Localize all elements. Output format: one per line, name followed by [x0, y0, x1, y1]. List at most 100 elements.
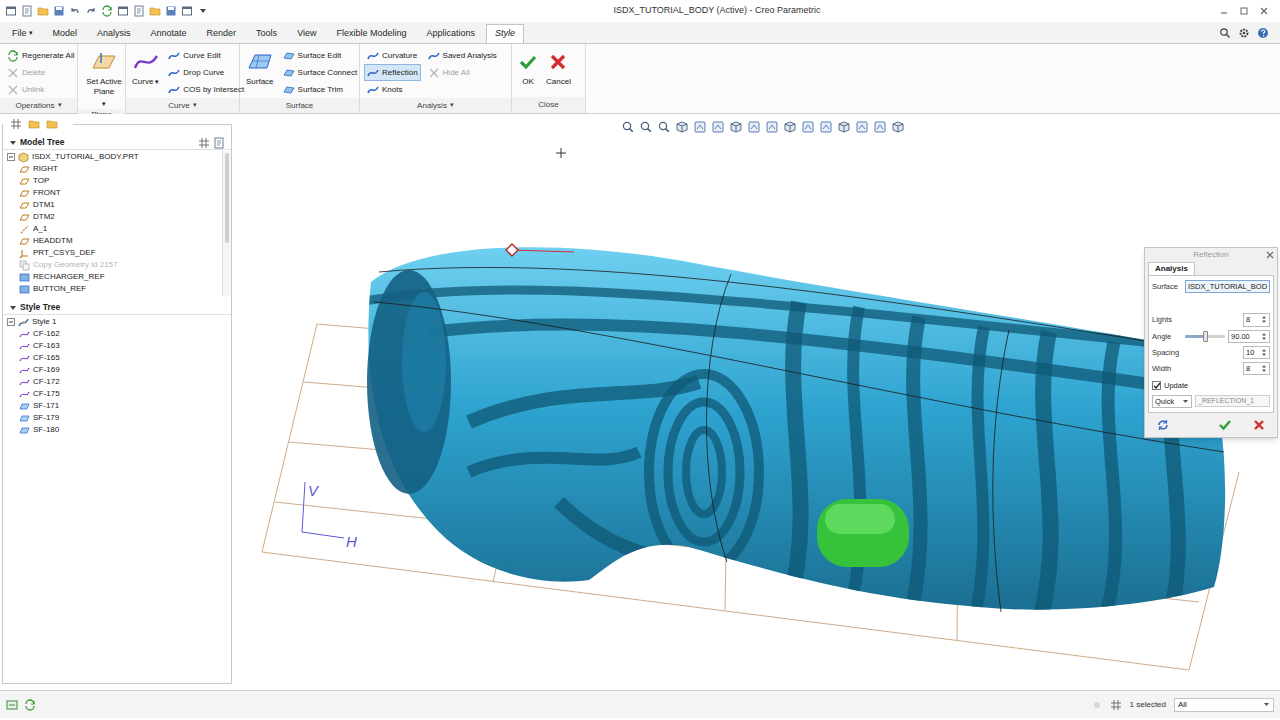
tree-item[interactable]: CF-169: [3, 364, 231, 376]
name-field[interactable]: _REFLECTION_1: [1195, 395, 1270, 408]
ribbon-tab[interactable]: Render: [198, 24, 246, 43]
ribbon-large-button[interactable]: Cancel: [544, 47, 573, 87]
ribbon-button[interactable]: Surface Edit: [280, 47, 361, 64]
cancel-icon[interactable]: [1251, 417, 1267, 433]
dialog-title-bar[interactable]: Reflection: [1145, 248, 1277, 262]
ribbon-tab[interactable]: Analysis: [88, 24, 140, 43]
tree-item[interactable]: Copy Geometry id 2157: [3, 259, 222, 271]
orient-icon[interactable]: [711, 120, 725, 134]
redo-icon[interactable]: [84, 5, 97, 18]
help-icon[interactable]: [1256, 27, 1269, 40]
collapse-icon[interactable]: [9, 304, 17, 312]
display-style-icon[interactable]: [747, 120, 761, 134]
ribbon-button[interactable]: Drop Curve: [165, 64, 247, 81]
ribbon-button[interactable]: COS by Intersect: [165, 81, 247, 98]
surface-field[interactable]: ISDX_TUTORIAL_BOD: [1185, 280, 1270, 293]
settings-icon[interactable]: [1237, 27, 1250, 40]
ribbon-tab[interactable]: File▾: [3, 24, 42, 43]
collapse-icon[interactable]: [9, 139, 17, 147]
zoom-out-icon[interactable]: [657, 120, 671, 134]
width-field[interactable]: 8: [1243, 362, 1270, 375]
spacing-field[interactable]: 10: [1243, 346, 1270, 359]
tree-header[interactable]: Model Tree: [3, 136, 231, 150]
ribbon-large-button[interactable]: Surface: [244, 47, 276, 87]
ribbon-tab[interactable]: Flexible Modeling: [327, 24, 415, 43]
spin-center-icon[interactable]: [855, 120, 869, 134]
expand-icon[interactable]: [7, 153, 15, 161]
ribbon-group-label[interactable]: Operations▾: [0, 98, 77, 113]
ribbon-tab[interactable]: Tools: [247, 24, 286, 43]
close-icon[interactable]: [1258, 5, 1270, 17]
datum-display-icon[interactable]: [765, 120, 779, 134]
close-window-icon[interactable]: [132, 5, 145, 18]
spinner-icon[interactable]: [1261, 315, 1267, 324]
update-checkbox[interactable]: [1152, 381, 1161, 390]
tree-item[interactable]: RIGHT: [3, 163, 222, 175]
more-icon[interactable]: [196, 5, 209, 18]
ribbon-button[interactable]: Saved Analysis: [425, 47, 500, 64]
status-icon[interactable]: [24, 699, 36, 711]
scrollbar-thumb[interactable]: [225, 153, 229, 243]
slider-thumb[interactable]: [1203, 331, 1208, 342]
folder-icon[interactable]: [148, 5, 161, 18]
disk-icon[interactable]: [164, 5, 177, 18]
tree-item[interactable]: SF-171: [3, 400, 231, 412]
view-manager-icon[interactable]: [693, 120, 707, 134]
ribbon-large-button[interactable]: Curve▾: [130, 47, 161, 87]
ribbon-button[interactable]: Curvature: [364, 47, 421, 64]
navigator-toggle-icon[interactable]: [6, 699, 18, 711]
app-icon[interactable]: [4, 5, 17, 18]
tree-item[interactable]: RECHARGER_REF: [3, 271, 222, 283]
annotation-display-icon[interactable]: [873, 120, 887, 134]
close-icon[interactable]: [1265, 250, 1275, 260]
tree-item[interactable]: CF-165: [3, 352, 231, 364]
angle-field[interactable]: 90.00: [1228, 330, 1270, 343]
lights-field[interactable]: 8: [1243, 313, 1270, 326]
point-display-icon[interactable]: [819, 120, 833, 134]
tree-settings-icon[interactable]: [213, 137, 225, 149]
tree-item[interactable]: PRT_CSYS_DEF: [3, 247, 222, 259]
angle-slider[interactable]: [1185, 335, 1225, 338]
selection-filter-icon[interactable]: [1110, 699, 1122, 711]
tree-item[interactable]: SF-180: [3, 424, 231, 436]
tree-scrollbar[interactable]: [222, 151, 231, 296]
ribbon-tab[interactable]: Applications: [418, 24, 485, 43]
spinner-icon[interactable]: [1261, 348, 1267, 357]
ribbon-button[interactable]: Curve Edit: [165, 47, 247, 64]
expand-icon[interactable]: [7, 318, 15, 326]
ribbon-large-button[interactable]: Set Active Plane▾: [82, 47, 126, 109]
ribbon-tab[interactable]: Model: [44, 24, 87, 43]
ribbon-button[interactable]: Knots: [364, 81, 421, 98]
tree-item[interactable]: CF-172: [3, 376, 231, 388]
ribbon-button[interactable]: Surface Connect: [280, 64, 361, 81]
tree-header[interactable]: Style Tree: [3, 301, 231, 315]
tree-item[interactable]: A_1: [3, 223, 222, 235]
open-icon[interactable]: [36, 5, 49, 18]
ribbon-large-button[interactable]: OK: [516, 47, 540, 87]
undo-icon[interactable]: [68, 5, 81, 18]
filter-dropdown[interactable]: All: [1174, 698, 1274, 712]
tree-filter-icon[interactable]: [198, 137, 210, 149]
tree-item[interactable]: CF-163: [3, 340, 231, 352]
csys-display-icon[interactable]: [837, 120, 851, 134]
tree-item[interactable]: SF-179: [3, 412, 231, 424]
favorites-tab-icon[interactable]: [45, 118, 58, 131]
tree-item[interactable]: BUTTON_REF: [3, 283, 222, 295]
zoom-in-icon[interactable]: [639, 120, 653, 134]
model-tree-tab-icon[interactable]: [9, 118, 22, 131]
maximize-icon[interactable]: [1238, 5, 1250, 17]
spinner-icon[interactable]: [1261, 364, 1267, 373]
mode-dropdown[interactable]: Quick: [1152, 395, 1192, 408]
ribbon-tab[interactable]: Style: [486, 24, 524, 43]
tree-item[interactable]: ISDX_TUTORIAL_BODY.PRT: [3, 151, 222, 163]
dialog-tab[interactable]: Analysis: [1148, 262, 1195, 275]
ribbon-group-label[interactable]: Curve▾: [126, 98, 239, 113]
tree-item[interactable]: Style 1: [3, 316, 231, 328]
save-icon[interactable]: [52, 5, 65, 18]
axis-display-icon[interactable]: [801, 120, 815, 134]
tree-item[interactable]: FRONT: [3, 187, 222, 199]
spinner-icon[interactable]: [1261, 332, 1267, 341]
tree-item[interactable]: CF-175: [3, 388, 231, 400]
window-icon[interactable]: [116, 5, 129, 18]
tree-item[interactable]: CF-162: [3, 328, 231, 340]
